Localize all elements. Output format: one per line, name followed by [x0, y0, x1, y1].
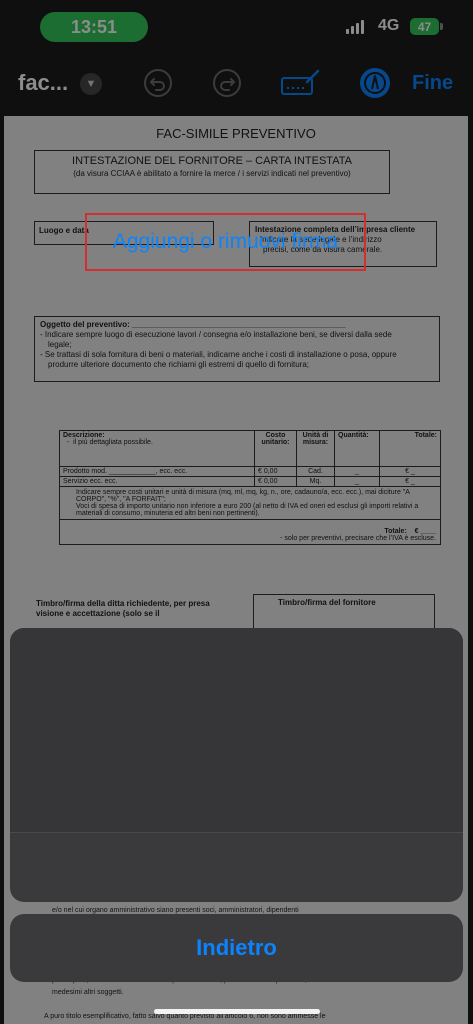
screen: 13:51 4G 47 fac... ▼ Fine FAC-SIMILE PRE…	[0, 0, 473, 1024]
add-remove-signature-row[interactable]	[10, 833, 463, 902]
cancel-button[interactable]: Indietro	[10, 914, 463, 982]
add-remove-signature-button[interactable]: Aggiungi o rimuovi firma	[85, 213, 366, 271]
action-sheet-preview	[10, 628, 463, 832]
action-sheet	[10, 628, 463, 902]
home-indicator[interactable]	[154, 1009, 320, 1014]
